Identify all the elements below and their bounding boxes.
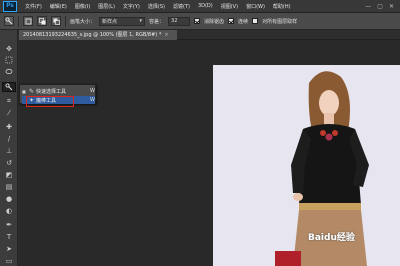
ps-logo: Ps <box>3 0 17 12</box>
eraser-tool[interactable]: ◩ <box>2 170 16 180</box>
menu-image[interactable]: 图像(I) <box>71 3 94 10</box>
menu-window[interactable]: 窗口(W) <box>242 3 269 10</box>
anti-alias-checkbox[interactable] <box>194 18 201 24</box>
tool-preset-picker[interactable] <box>4 16 14 26</box>
subtract-selection-button[interactable] <box>51 16 61 26</box>
options-bar: 画笔大小： 新样点 ▾ 容差： 32 消除锯齿 连续 对所有图层取样 <box>0 13 400 30</box>
close-button[interactable]: ✕ <box>389 3 394 10</box>
quick-selection-tool[interactable] <box>2 82 16 92</box>
window-controls: — ▢ ✕ <box>365 3 400 10</box>
new-selection-icon <box>25 18 31 24</box>
tolerance-input[interactable]: 32 <box>168 16 191 26</box>
brush-icon: ∕ <box>7 135 11 143</box>
brush-size-label: 画笔大小： <box>70 18 96 25</box>
clone-stamp-tool[interactable]: ⊥ <box>2 146 16 156</box>
document-tab-title: 20140813193224635_s.jpg @ 100% (图层 1, RG… <box>23 32 162 38</box>
history-brush-icon: ↺ <box>6 159 12 167</box>
flyout-item-shortcut: W <box>90 88 95 94</box>
arrow-icon: ➤ <box>6 245 12 253</box>
flyout-item-shortcut: W <box>90 97 95 103</box>
pen-tool[interactable]: ✒ <box>2 220 16 230</box>
contiguous-label: 连续 <box>238 18 249 25</box>
document-tab[interactable]: 20140813193224635_s.jpg @ 100% (图层 1, RG… <box>19 30 177 40</box>
new-selection-button[interactable] <box>23 16 33 26</box>
photoshop-window: Ps 文件(F) 编辑(E) 图像(I) 图层(L) 文字(Y) 选择(S) 滤… <box>0 0 400 266</box>
eyedropper-tool[interactable]: ⁄ <box>2 108 16 118</box>
shape-tool[interactable]: ▭ <box>2 256 16 266</box>
maximize-button[interactable]: ▢ <box>377 3 383 10</box>
sample-all-layers-label: 对所有图层取样 <box>262 18 298 25</box>
tolerance-value: 32 <box>171 18 178 24</box>
blur-tool[interactable]: ● <box>2 194 16 204</box>
crop-icon: ⌗ <box>7 97 11 105</box>
flyout-item-quick-selection[interactable]: ■ ✎ 快速选择工具 W <box>22 87 95 95</box>
menu-type[interactable]: 文字(Y) <box>119 3 144 10</box>
lasso-tool[interactable] <box>2 68 16 78</box>
eyedropper-icon: ⁄ <box>8 109 10 117</box>
path-selection-tool[interactable]: ➤ <box>2 244 16 254</box>
gradient-tool[interactable]: ▤ <box>2 182 16 192</box>
brush-size-dropdown[interactable]: 新样点 ▾ <box>99 16 146 26</box>
tools-panel: ✥ ⌗ ⁄ ✚ ∕ ⊥ ↺ ◩ ▤ ● ◐ ✒ T ➤ ▭ <box>0 30 18 266</box>
menu-layer[interactable]: 图层(L) <box>94 3 119 10</box>
type-icon: T <box>6 233 12 241</box>
menu-help[interactable]: 帮助(H) <box>269 3 295 10</box>
menu-file[interactable]: 文件(F) <box>21 3 46 10</box>
add-selection-icon <box>38 17 45 24</box>
flyout-item-label: 快速选择工具 <box>36 88 67 95</box>
dodge-tool[interactable]: ◐ <box>2 206 16 216</box>
brush-size-value: 新样点 <box>102 18 118 25</box>
quick-selection-icon <box>5 17 13 25</box>
tolerance-label: 容差： <box>149 18 165 25</box>
subtract-selection-icon <box>53 18 60 25</box>
blur-icon: ● <box>5 195 13 203</box>
divider <box>65 15 66 27</box>
stamp-icon: ⊥ <box>5 147 13 155</box>
highlight-box <box>26 96 74 107</box>
crop-tool[interactable]: ⌗ <box>2 96 16 106</box>
quick-selection-icon: ✎ <box>28 87 35 95</box>
dodge-icon: ◐ <box>5 207 13 215</box>
menu-select[interactable]: 选择(S) <box>144 3 169 10</box>
document-image[interactable] <box>213 65 400 266</box>
marquee-icon <box>5 56 13 64</box>
move-icon: ✥ <box>6 45 12 53</box>
chevron-down-icon: ▾ <box>139 18 143 24</box>
add-to-selection-button[interactable] <box>37 16 47 26</box>
menu-edit[interactable]: 编辑(E) <box>46 3 71 10</box>
close-tab-icon[interactable]: × <box>164 32 168 38</box>
lasso-icon <box>5 68 13 75</box>
quick-selection-icon <box>5 83 13 91</box>
menu-3d[interactable]: 3D(D) <box>194 3 217 9</box>
minimize-button[interactable]: — <box>365 3 371 10</box>
model-photo <box>213 65 400 266</box>
pen-icon: ✒ <box>6 221 12 229</box>
type-tool[interactable]: T <box>2 232 16 242</box>
contiguous-checkbox[interactable] <box>228 18 235 24</box>
bandage-icon: ✚ <box>6 123 12 131</box>
document-tab-bar: 20140813193224635_s.jpg @ 100% (图层 1, RG… <box>19 30 400 40</box>
divider <box>18 15 19 27</box>
menu-view[interactable]: 视图(V) <box>217 3 242 10</box>
eraser-icon: ◩ <box>5 171 13 179</box>
healing-brush-tool[interactable]: ✚ <box>2 122 16 132</box>
menu-filter[interactable]: 滤镜(T) <box>169 3 194 10</box>
menu-bar: Ps 文件(F) 编辑(E) 图像(I) 图层(L) 文字(Y) 选择(S) 滤… <box>0 0 400 13</box>
anti-alias-label: 消除锯齿 <box>204 18 225 25</box>
rectangle-icon: ▭ <box>5 257 13 265</box>
move-tool[interactable]: ✥ <box>2 44 16 54</box>
gradient-icon: ▤ <box>5 183 13 191</box>
marquee-tool[interactable] <box>2 56 16 66</box>
watermark: Baidu经验 <box>308 233 355 243</box>
sample-all-layers-checkbox[interactable] <box>252 18 259 24</box>
history-brush-tool[interactable]: ↺ <box>2 158 16 168</box>
brush-tool[interactable]: ∕ <box>2 134 16 144</box>
